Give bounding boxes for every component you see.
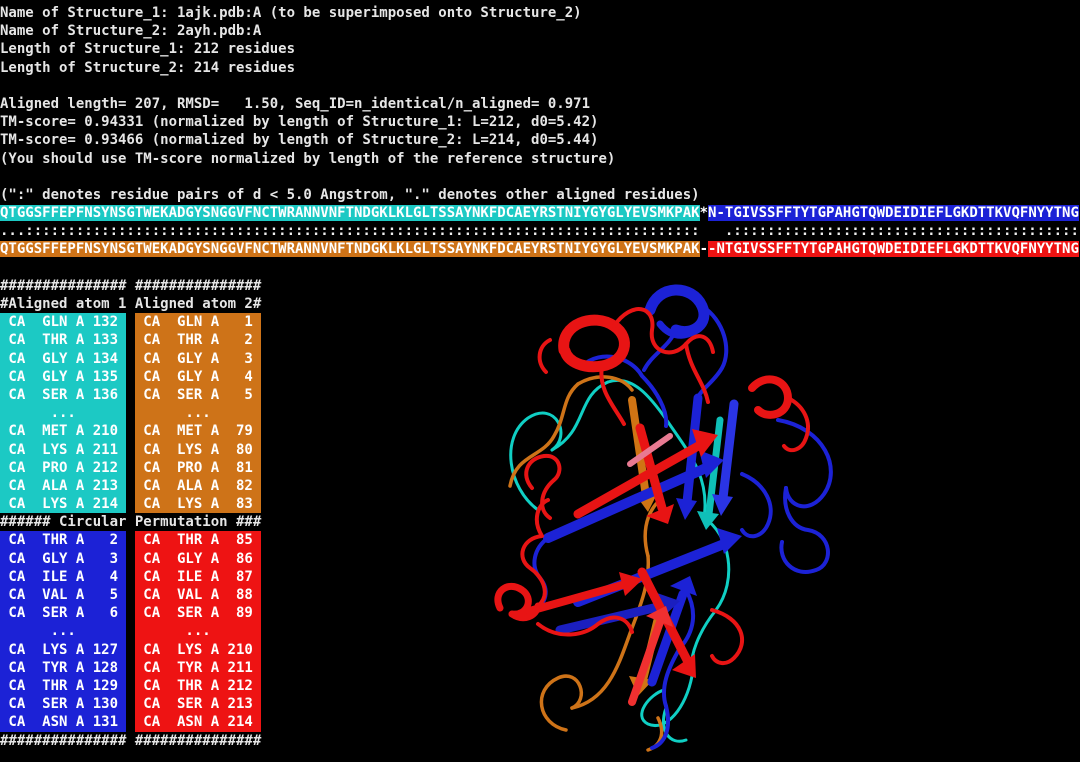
atom1-cell: CA GLN A 132 [0, 313, 126, 331]
atom1-cell: CA VAL A 5 [0, 586, 126, 604]
structure-3d-viewport [480, 278, 1080, 758]
atom2-cell: CA SER A 213 [135, 695, 261, 713]
atom1-cell: CA GLY A 135 [0, 368, 126, 386]
atom2-cell: CA LYS A 83 [135, 495, 261, 513]
protein-ribbon-superposition-svg [480, 278, 1080, 758]
structure2-name-line: Name of Structure_2: 2ayh.pdb:A [0, 22, 1080, 40]
atom1-cell: CA LYS A 211 [0, 441, 126, 459]
structure1-length-line: Length of Structure_1: 212 residues [0, 40, 1080, 58]
atom1-cell: CA THR A 133 [0, 331, 126, 349]
aligned-stats-line: Aligned length= 207, RMSD= 1.50, Seq_ID=… [0, 95, 1080, 113]
atom1-cell: CA LYS A 127 [0, 641, 126, 659]
atom2-cell: CA GLY A 3 [135, 350, 261, 368]
atom2-cell: CA PRO A 81 [135, 459, 261, 477]
atom1-cell: CA ALA A 213 [0, 477, 126, 495]
seq2-aligned-segment: QTGGSFFEPFNSYNSGTWEKADGYSNGGVFNCTWRANNVN… [0, 241, 700, 257]
atom1-cell: CA SER A 130 [0, 695, 126, 713]
seq1-cp-star: * [700, 205, 708, 221]
blank-line [0, 259, 1080, 277]
atom2-cell: CA VAL A 88 [135, 586, 261, 604]
alignment-legend-line: (":" denotes residue pairs of d < 5.0 An… [0, 186, 1080, 204]
atom2-cell: CA TYR A 211 [135, 659, 261, 677]
atom2-cell: CA ASN A 214 [135, 713, 261, 731]
atom1-cell: CA THR A 129 [0, 677, 126, 695]
atom2-cell: CA THR A 212 [135, 677, 261, 695]
seq2-gap-char: - [700, 241, 708, 257]
tm-score-1-line: TM-score= 0.94331 (normalized by length … [0, 113, 1080, 131]
atom1-cell: CA TYR A 128 [0, 659, 126, 677]
atom2-cell: CA GLY A 4 [135, 368, 261, 386]
atom2-cell: CA SER A 5 [135, 386, 261, 404]
atom2-cell: CA LYS A 210 [135, 641, 261, 659]
seq1-aligned-segment: QTGGSFFEPFNSYNSGTWEKADGYSNGGVFNCTWRANNVN… [0, 205, 700, 221]
seq2-cp-segment: -NTGIVSSFFTYTGPAHGTQWDEIDIEFLGKDTTKVQFNY… [708, 241, 1079, 257]
atom2-cell: ... [135, 622, 261, 640]
blank-line [0, 168, 1080, 186]
structure1-name-line: Name of Structure_1: 1ajk.pdb:A (to be s… [0, 4, 1080, 22]
atom2-cell: CA ALA A 82 [135, 477, 261, 495]
atom1-cell: CA MET A 210 [0, 422, 126, 440]
atom1-cell: CA PRO A 212 [0, 459, 126, 477]
atom2-cell: CA THR A 2 [135, 331, 261, 349]
atom1-cell: CA ILE A 4 [0, 568, 126, 586]
atom1-cell: CA ASN A 131 [0, 713, 126, 731]
atom2-cell: CA SER A 89 [135, 604, 261, 622]
sequence-row-structure2: QTGGSFFEPFNSYNSGTWEKADGYSNGGVFNCTWRANNVN… [0, 240, 1080, 258]
atom1-cell: CA SER A 6 [0, 604, 126, 622]
seq1-cp-segment: N-TGIVSSFFTYTGPAHGTQWDEIDIEFLGKDTTKVQFNY… [708, 205, 1079, 221]
atom1-cell: CA GLY A 134 [0, 350, 126, 368]
atom1-cell: ... [0, 404, 126, 422]
atom1-cell: CA LYS A 214 [0, 495, 126, 513]
atom2-cell: CA MET A 79 [135, 422, 261, 440]
atom2-cell: CA GLN A 1 [135, 313, 261, 331]
alignment-match-row: ...:::::::::::::::::::::::::::::::::::::… [0, 222, 1080, 240]
atom2-cell: ... [135, 404, 261, 422]
sequence-row-structure1: QTGGSFFEPFNSYNSGTWEKADGYSNGGVFNCTWRANNVN… [0, 204, 1080, 222]
atom2-cell: CA THR A 85 [135, 531, 261, 549]
atom1-cell: CA SER A 136 [0, 386, 126, 404]
atom1-cell: CA THR A 2 [0, 531, 126, 549]
blank-line [0, 77, 1080, 95]
atom2-cell: CA LYS A 80 [135, 441, 261, 459]
tm-score-note-line: (You should use TM-score normalized by l… [0, 150, 1080, 168]
structure2-length-line: Length of Structure_2: 214 residues [0, 59, 1080, 77]
atom1-cell: CA GLY A 3 [0, 550, 126, 568]
atom2-cell: CA ILE A 87 [135, 568, 261, 586]
atom2-cell: CA GLY A 86 [135, 550, 261, 568]
atom1-cell: ... [0, 622, 126, 640]
tm-score-2-line: TM-score= 0.93466 (normalized by length … [0, 131, 1080, 149]
